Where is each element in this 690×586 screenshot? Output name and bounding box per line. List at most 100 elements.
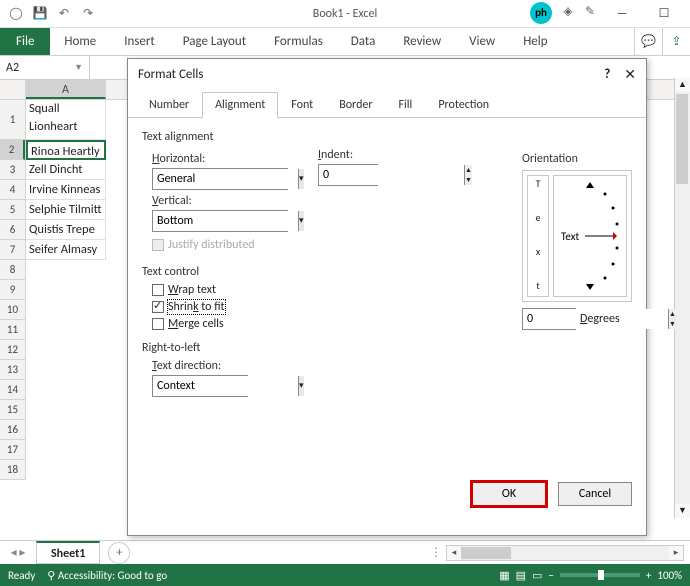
- cell[interactable]: Quistis Trepe: [26, 220, 106, 240]
- cell[interactable]: SquallLionheart: [26, 100, 106, 140]
- spinner-degrees[interactable]: ▲▼: [522, 308, 576, 330]
- zoom-slider[interactable]: [560, 573, 640, 577]
- row-header[interactable]: 18: [0, 460, 25, 480]
- indent-input[interactable]: [319, 165, 464, 185]
- save-icon[interactable]: 💾: [30, 4, 50, 24]
- tab-data[interactable]: Data: [337, 28, 390, 55]
- combo-horizontal-input[interactable]: [153, 169, 298, 189]
- sheet-nav[interactable]: ◂ ▸: [0, 545, 36, 560]
- tab-home[interactable]: Home: [50, 28, 110, 55]
- tab-formulas[interactable]: Formulas: [260, 28, 337, 55]
- orientation-control[interactable]: T e x t Text: [522, 170, 632, 302]
- share-button[interactable]: ⇪: [662, 28, 690, 55]
- row-header[interactable]: 1: [0, 100, 25, 140]
- combo-text-direction[interactable]: ▾: [152, 375, 248, 397]
- close-icon[interactable]: ✕: [624, 66, 636, 83]
- dlg-tab-protection[interactable]: Protection: [425, 92, 502, 118]
- undo-icon[interactable]: ↶: [54, 4, 74, 24]
- row-header[interactable]: 11: [0, 320, 25, 340]
- row-header[interactable]: 9: [0, 280, 25, 300]
- chevron-down-icon[interactable]: ▾: [298, 169, 304, 189]
- combo-vertical-input[interactable]: [153, 211, 298, 231]
- comments-button[interactable]: 💬: [634, 28, 662, 55]
- tab-help[interactable]: Help: [509, 28, 561, 55]
- accessibility-status[interactable]: ⚲ Accessibility: Good to go: [47, 569, 167, 582]
- scroll-left-icon[interactable]: ◂: [447, 546, 461, 560]
- dlg-tab-fill[interactable]: Fill: [386, 92, 426, 118]
- diamond-icon[interactable]: ◈: [558, 2, 578, 22]
- autosave-icon[interactable]: ◯: [6, 4, 26, 24]
- chevron-down-icon[interactable]: ▾: [298, 376, 304, 396]
- dlg-tab-border[interactable]: Border: [326, 92, 385, 118]
- chevron-down-icon[interactable]: ▾: [298, 211, 304, 231]
- spin-down-icon[interactable]: ▼: [465, 175, 472, 185]
- tab-view[interactable]: View: [455, 28, 509, 55]
- row-header[interactable]: 15: [0, 400, 25, 420]
- combo-vertical[interactable]: ▾: [152, 210, 288, 232]
- cancel-button[interactable]: Cancel: [558, 482, 632, 506]
- row-header[interactable]: 13: [0, 360, 25, 380]
- text-direction-input[interactable]: [153, 376, 298, 396]
- checkbox-wrap[interactable]: [152, 284, 164, 296]
- cell[interactable]: Selphie Tilmitt: [26, 200, 106, 220]
- spin-up-icon[interactable]: ▲: [669, 309, 676, 319]
- name-box[interactable]: A2 ▼: [0, 56, 90, 79]
- vertical-scrollbar[interactable]: ▲ ▼: [674, 78, 690, 518]
- view-page-icon[interactable]: ▤: [516, 569, 526, 582]
- row-header[interactable]: 12: [0, 340, 25, 360]
- scroll-thumb[interactable]: [676, 94, 688, 184]
- row-header[interactable]: 16: [0, 420, 25, 440]
- orientation-vertical-text[interactable]: T e x t: [527, 175, 549, 297]
- select-all-corner[interactable]: [0, 80, 26, 99]
- scroll-down-icon[interactable]: ▼: [675, 504, 690, 518]
- checkbox-merge[interactable]: [152, 318, 164, 330]
- dlg-tab-alignment[interactable]: Alignment: [202, 92, 278, 118]
- row-header[interactable]: 6: [0, 220, 25, 240]
- dlg-tab-font[interactable]: Font: [278, 92, 326, 118]
- row-header[interactable]: 10: [0, 300, 25, 320]
- maximize-button[interactable]: ☐: [644, 2, 684, 26]
- scroll-thumb[interactable]: [461, 547, 511, 559]
- view-normal-icon[interactable]: ▦: [499, 569, 509, 582]
- account-badge[interactable]: ph: [530, 2, 552, 24]
- sheet-tab-active[interactable]: Sheet1: [36, 541, 100, 564]
- row-header[interactable]: 7: [0, 240, 25, 260]
- dlg-tab-number[interactable]: Number: [136, 92, 202, 118]
- spin-up-icon[interactable]: ▲: [465, 165, 472, 175]
- redo-icon[interactable]: ↷: [78, 4, 98, 24]
- view-break-icon[interactable]: ▭: [532, 569, 542, 582]
- row-header[interactable]: 17: [0, 440, 25, 460]
- add-sheet-button[interactable]: +: [108, 542, 130, 564]
- checkbox-shrink[interactable]: [152, 301, 164, 313]
- file-tab[interactable]: File: [0, 28, 50, 55]
- cell[interactable]: Seifer Almasy: [26, 240, 106, 260]
- zoom-level[interactable]: 100%: [657, 569, 682, 582]
- ok-button[interactable]: OK: [472, 482, 546, 506]
- minimize-button[interactable]: —: [602, 2, 642, 26]
- chevron-down-icon[interactable]: ▼: [74, 62, 83, 73]
- cell-selected[interactable]: Rinoa Heartly: [26, 140, 106, 160]
- help-icon[interactable]: ?: [604, 67, 610, 82]
- row-header[interactable]: 3: [0, 160, 25, 180]
- row-header[interactable]: 2: [0, 140, 25, 160]
- zoom-out-icon[interactable]: −: [548, 569, 553, 582]
- spin-down-icon[interactable]: ▼: [669, 319, 676, 329]
- spinner-indent[interactable]: ▲▼: [318, 164, 378, 186]
- cell[interactable]: Zell Dincht: [26, 160, 106, 180]
- combo-horizontal[interactable]: ▾: [152, 168, 288, 190]
- col-header-a[interactable]: A: [26, 80, 106, 99]
- row-header[interactable]: 14: [0, 380, 25, 400]
- row-header[interactable]: 5: [0, 200, 25, 220]
- split-icon[interactable]: ⋮: [430, 545, 442, 560]
- wand-icon[interactable]: ✎: [580, 2, 600, 22]
- tab-insert[interactable]: Insert: [110, 28, 169, 55]
- tab-review[interactable]: Review: [389, 28, 455, 55]
- scroll-right-icon[interactable]: ▸: [669, 546, 683, 560]
- horizontal-scrollbar[interactable]: ◂ ▸: [446, 545, 684, 561]
- scroll-up-icon[interactable]: ▲: [675, 78, 690, 92]
- zoom-in-icon[interactable]: +: [646, 569, 651, 582]
- tab-page-layout[interactable]: Page Layout: [169, 28, 260, 55]
- cell[interactable]: Irvine Kinneas: [26, 180, 106, 200]
- row-header[interactable]: 8: [0, 260, 25, 280]
- orientation-dial[interactable]: Text: [553, 175, 627, 297]
